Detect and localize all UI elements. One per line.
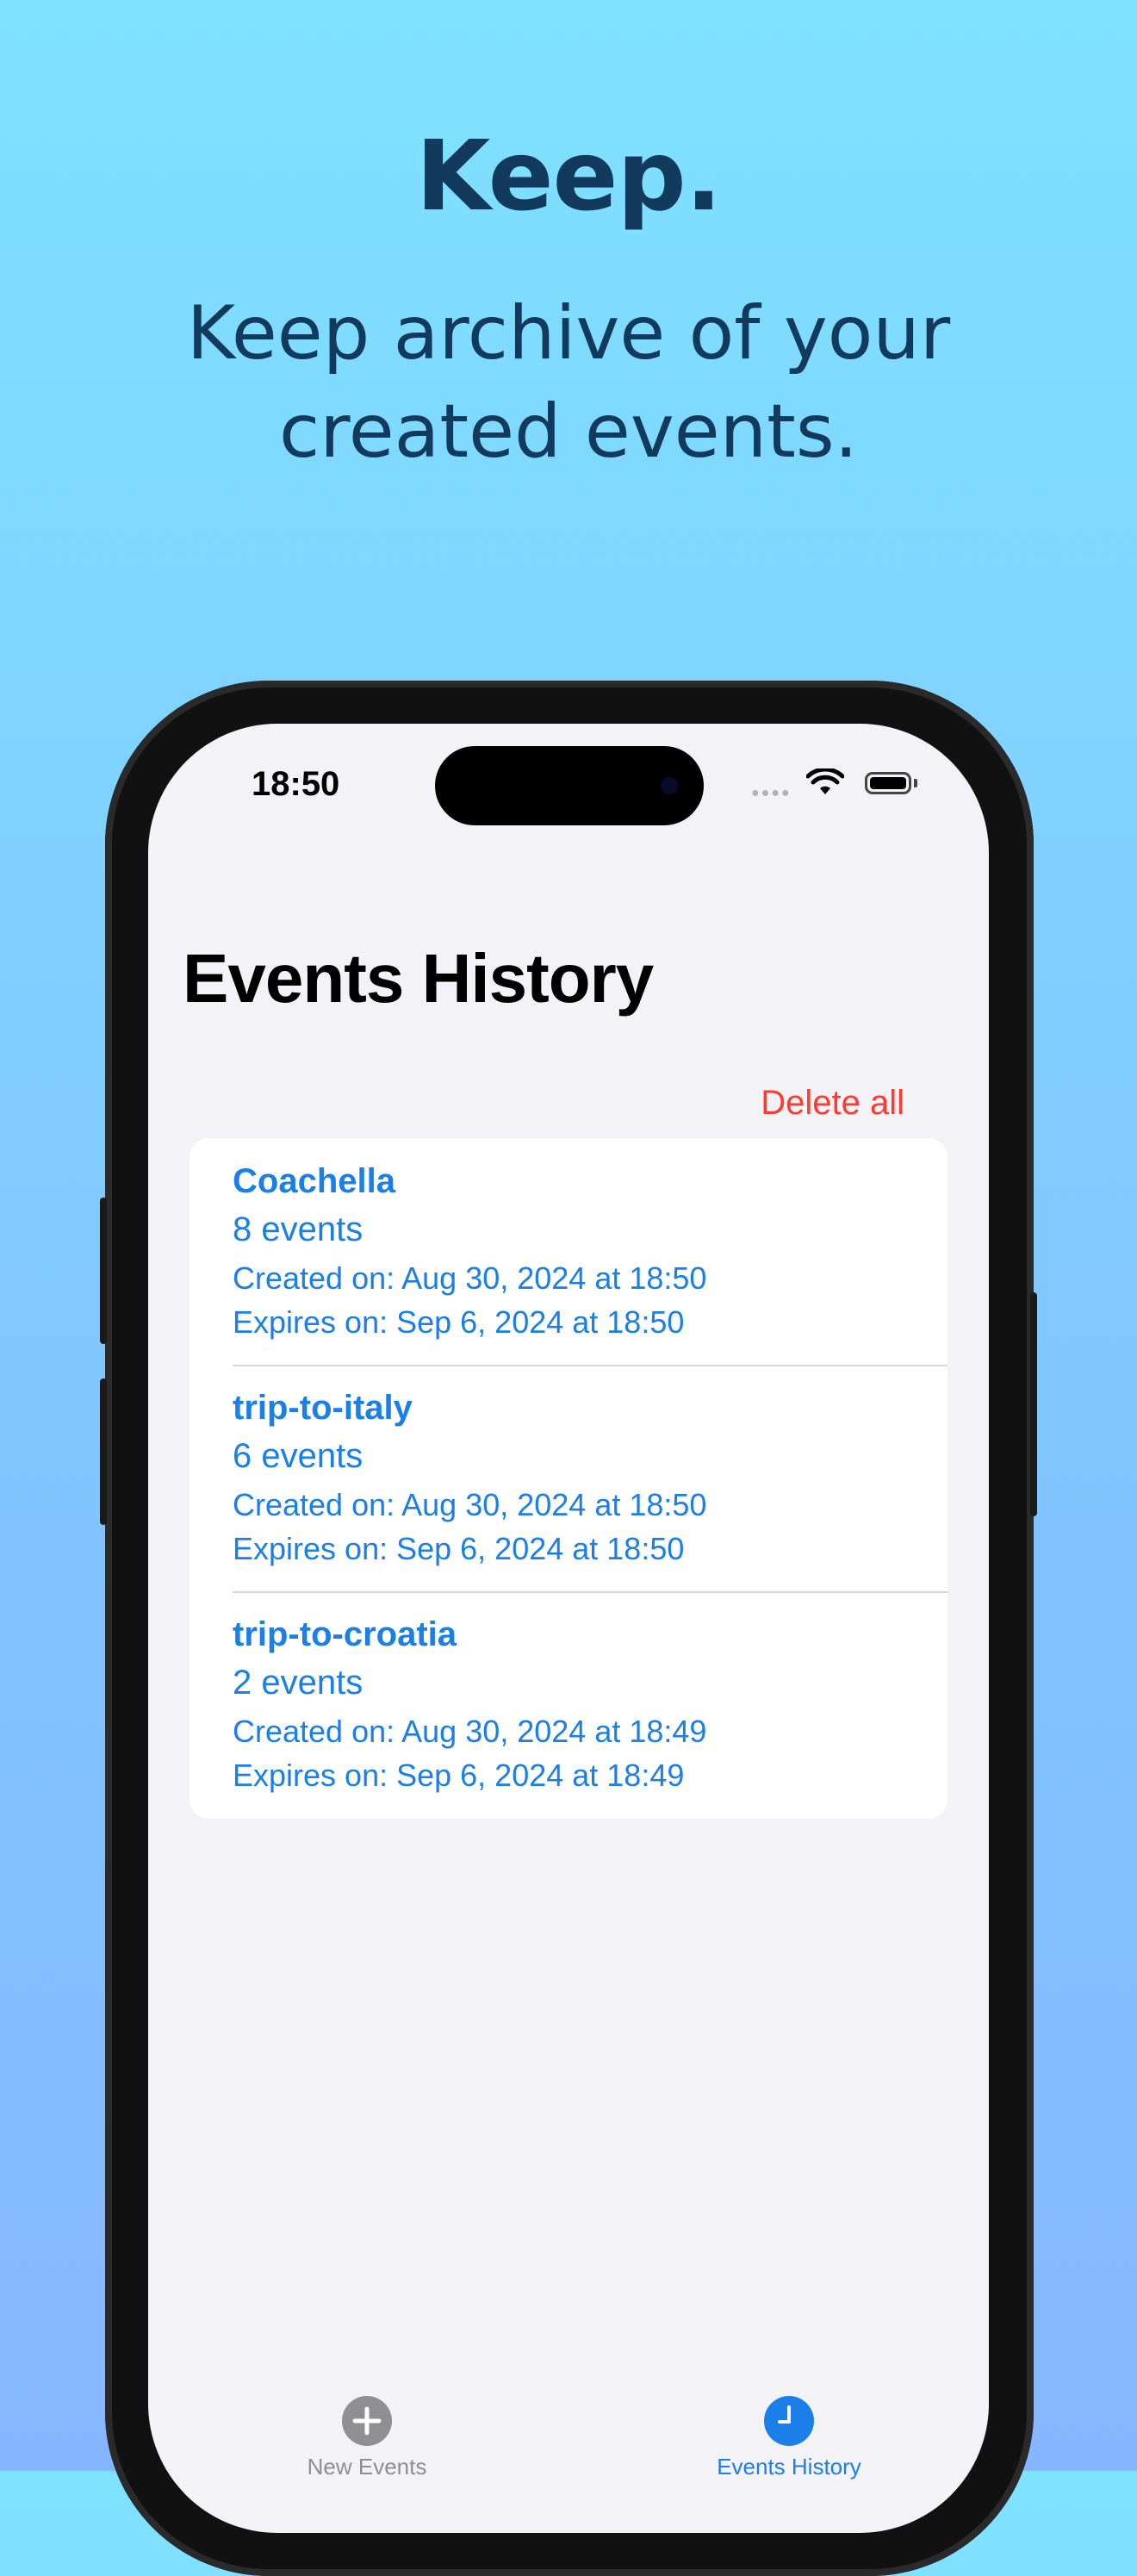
phone-power-button <box>1030 1292 1037 1516</box>
plus-circle-icon <box>342 2396 392 2446</box>
camera-icon <box>661 777 678 794</box>
event-count: 2 events <box>233 1664 363 1702</box>
events-list: Coachella 8 events Created on: Aug 30, 2… <box>190 1138 948 1819</box>
event-expires-date: Expires on: Sep 6, 2024 at 18:49 <box>233 1758 685 1793</box>
event-created-date: Created on: Aug 30, 2024 at 18:49 <box>233 1714 707 1749</box>
tab-bar: New Events Events History <box>148 2378 989 2533</box>
phone-volume-button <box>100 1378 107 1525</box>
battery-fill <box>870 777 906 789</box>
status-bar-time: 18:50 <box>252 765 340 803</box>
hero-subtitle: Keep archive of your created events. <box>0 284 1137 481</box>
tab-events-history[interactable]: Events History <box>651 2378 927 2533</box>
event-name: trip-to-croatia <box>233 1615 457 1653</box>
event-name: trip-to-italy <box>233 1389 413 1427</box>
tab-new-events[interactable]: New Events <box>229 2378 505 2533</box>
event-expires-date: Expires on: Sep 6, 2024 at 18:50 <box>233 1531 685 1566</box>
list-item[interactable]: trip-to-croatia 2 events Created on: Aug… <box>190 1591 948 1818</box>
tab-label: New Events <box>307 2454 427 2480</box>
phone-screen: 18:50 ●●●● Events History Delete all Coa… <box>148 724 989 2533</box>
signal-icon: ●●●● <box>751 786 792 800</box>
tab-label: Events History <box>717 2454 861 2480</box>
battery-tip <box>914 779 917 787</box>
clock-icon <box>764 2396 814 2446</box>
event-count: 6 events <box>233 1437 363 1475</box>
battery-icon <box>865 772 911 794</box>
event-created-date: Created on: Aug 30, 2024 at 18:50 <box>233 1260 707 1296</box>
hero-subtitle-line-1: Keep archive of your <box>186 290 951 376</box>
dynamic-island <box>435 746 704 825</box>
event-expires-date: Expires on: Sep 6, 2024 at 18:50 <box>233 1304 685 1340</box>
hero-subtitle-line-2: created events. <box>278 389 858 475</box>
list-divider <box>233 1591 948 1593</box>
list-item[interactable]: Coachella 8 events Created on: Aug 30, 2… <box>190 1138 948 1365</box>
list-item[interactable]: trip-to-italy 6 events Created on: Aug 3… <box>190 1365 948 1591</box>
status-bar-indicators: ●●●● <box>751 768 941 803</box>
list-divider <box>233 1365 948 1366</box>
page-title: Events History <box>183 940 654 1017</box>
wifi-icon <box>806 768 844 794</box>
hero-title: Keep. <box>415 121 722 233</box>
event-created-date: Created on: Aug 30, 2024 at 18:50 <box>233 1487 707 1522</box>
phone-silent-switch <box>100 1198 107 1344</box>
event-name: Coachella <box>233 1162 395 1200</box>
event-count: 8 events <box>233 1210 363 1248</box>
delete-all-button[interactable]: Delete all <box>761 1084 904 1123</box>
